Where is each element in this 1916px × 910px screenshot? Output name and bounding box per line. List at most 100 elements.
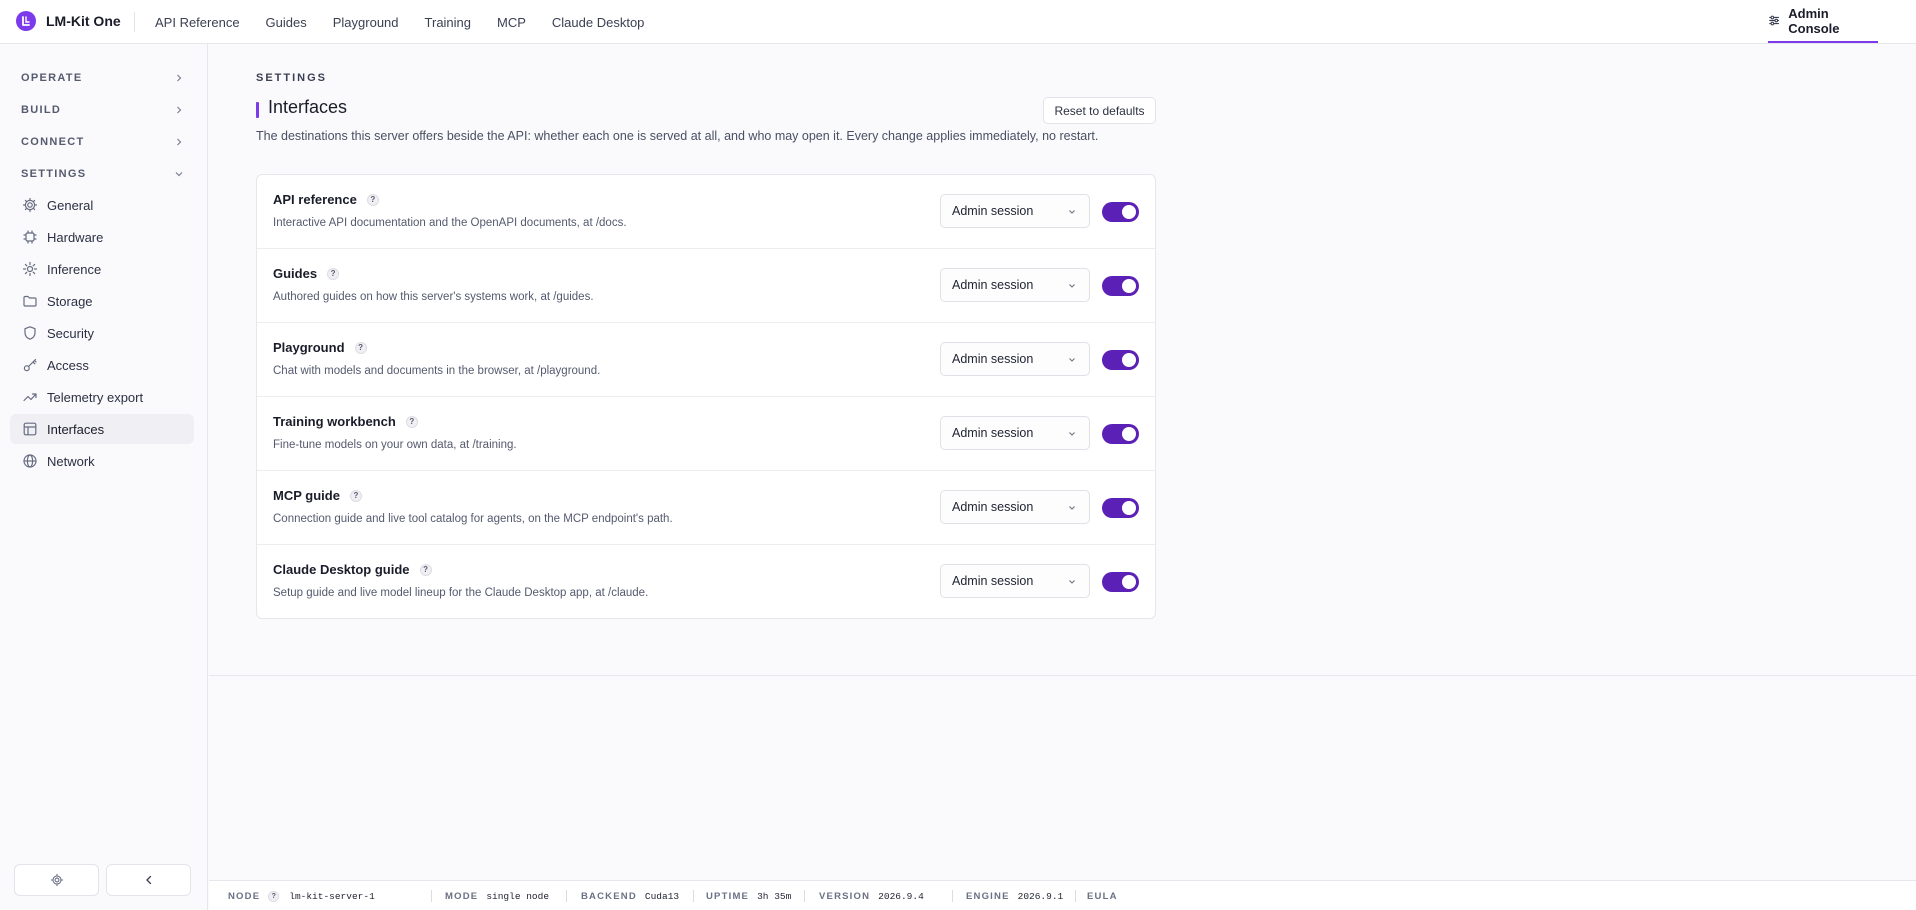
toggle-knob: [1122, 427, 1136, 441]
sidebar-item-label: Security: [47, 325, 94, 341]
chevron-right-icon: [177, 138, 182, 146]
interface-name-label: Playground: [273, 340, 345, 355]
sidebar-item-label: Inference: [47, 261, 102, 277]
collapse-sidebar-button[interactable]: [106, 864, 191, 896]
status-value: 2026.9.4: [878, 890, 924, 902]
status-key: BACKEND: [581, 890, 637, 902]
access-select-value: Admin session: [952, 352, 1034, 366]
globe-icon: [23, 454, 37, 468]
status-key: ENGINE: [966, 890, 1010, 902]
sidebar-section-connect[interactable]: CONNECT: [21, 132, 183, 152]
section-label: OPERATE: [21, 72, 83, 84]
interface-name: API reference ?: [273, 192, 379, 207]
sidebar-section-settings[interactable]: SETTINGS: [21, 164, 183, 184]
sidebar-item-label: Network: [47, 453, 95, 469]
sidebar-item-network[interactable]: Network: [10, 446, 194, 476]
interface-row-playground: Playground ? Chat with models and docume…: [257, 323, 1155, 397]
status-key: NODE: [228, 890, 261, 902]
access-select[interactable]: Admin session: [940, 268, 1090, 302]
nav-api-reference[interactable]: API Reference: [155, 15, 240, 30]
access-select[interactable]: Admin session: [940, 194, 1090, 228]
folder-icon: [23, 295, 37, 307]
eula-link[interactable]: EULA: [1087, 891, 1118, 902]
enable-toggle[interactable]: [1102, 350, 1139, 370]
settings-button[interactable]: [14, 864, 99, 896]
toggle-knob: [1122, 279, 1136, 293]
sidebar-section-operate[interactable]: OPERATE: [21, 68, 183, 88]
sidebar-item-label: Telemetry export: [47, 389, 144, 405]
interface-description: Setup guide and live model lineup for th…: [273, 587, 649, 599]
enable-toggle[interactable]: [1102, 498, 1139, 518]
nav-mcp[interactable]: MCP: [497, 15, 526, 30]
interface-name: Training workbench ?: [273, 414, 418, 429]
interface-name: Claude Desktop guide ?: [273, 562, 432, 577]
status-separator: [804, 890, 805, 902]
help-icon[interactable]: ?: [419, 563, 432, 576]
status-key: VERSION: [819, 890, 871, 902]
interface-description: Interactive API documentation and the Op…: [273, 217, 627, 229]
interfaces-card: API reference ? Interactive API document…: [256, 174, 1156, 619]
help-icon[interactable]: ?: [354, 341, 367, 354]
page-description: The destinations this server offers besi…: [256, 129, 1099, 143]
enable-toggle[interactable]: [1102, 202, 1139, 222]
enable-toggle[interactable]: [1102, 276, 1139, 296]
nav-training[interactable]: Training: [425, 15, 471, 30]
sidebar-item-label: Interfaces: [47, 421, 105, 437]
status-engine: ENGINE 2026.9.1: [952, 881, 1063, 910]
toggle-knob: [1122, 501, 1136, 515]
interface-name: MCP guide ?: [273, 488, 362, 503]
sun-icon: [22, 261, 38, 277]
reset-to-defaults-button[interactable]: Reset to defaults: [1043, 97, 1156, 124]
status-version: VERSION 2026.9.4: [819, 881, 924, 910]
sidebar-item-storage[interactable]: Storage: [10, 286, 194, 316]
help-icon[interactable]: ?: [349, 489, 362, 502]
enable-toggle[interactable]: [1102, 572, 1139, 592]
sidebar-item-inference[interactable]: Inference: [10, 254, 194, 284]
sidebar-item-access[interactable]: Access: [10, 350, 194, 380]
interface-row-guides: Guides ? Authored guides on how this ser…: [257, 249, 1155, 323]
interface-name-label: MCP guide: [273, 488, 340, 503]
app-name: LM-Kit One: [46, 13, 121, 29]
status-eula[interactable]: EULA: [1077, 881, 1126, 910]
chevron-right-icon: [177, 74, 182, 82]
help-icon[interactable]: ?: [327, 267, 340, 280]
sidebar-item-general[interactable]: General: [10, 190, 194, 220]
top-bar: LM-Kit One API Reference Guides Playgrou…: [0, 0, 1916, 44]
status-separator: [431, 890, 432, 902]
help-icon[interactable]: ?: [268, 890, 280, 902]
sidebar-item-label: Storage: [47, 293, 93, 309]
chip-icon: [23, 230, 37, 244]
sidebar-item-interfaces[interactable]: Interfaces: [10, 414, 194, 444]
status-node: NODE ? lm-kit-server-1: [228, 881, 375, 910]
sidebar-item-telemetry-export[interactable]: Telemetry export: [10, 382, 194, 412]
access-select[interactable]: Admin session: [940, 564, 1090, 598]
sidebar-item-hardware[interactable]: Hardware: [10, 222, 194, 252]
title-accent: [256, 102, 259, 118]
nav-guides[interactable]: Guides: [266, 15, 307, 30]
status-value: 3h 35m: [757, 890, 792, 902]
interface-description: Chat with models and documents in the br…: [273, 365, 601, 377]
trend-icon: [23, 393, 37, 402]
nav-playground[interactable]: Playground: [333, 15, 399, 30]
access-select[interactable]: Admin session: [940, 416, 1090, 450]
brand[interactable]: LM-Kit One: [16, 11, 121, 31]
interface-name-label: Training workbench: [273, 414, 396, 429]
breadcrumb: SETTINGS: [256, 72, 328, 84]
toggle-knob: [1122, 353, 1136, 367]
access-select[interactable]: Admin session: [940, 490, 1090, 524]
sidebar-section-build[interactable]: BUILD: [21, 100, 183, 120]
toggle-knob: [1122, 205, 1136, 219]
nav-claude-desktop[interactable]: Claude Desktop: [552, 15, 645, 30]
sidebar-item-security[interactable]: Security: [10, 318, 194, 348]
status-separator: [566, 890, 567, 902]
status-separator: [1075, 890, 1076, 902]
logo-icon: [16, 11, 36, 31]
access-select[interactable]: Admin session: [940, 342, 1090, 376]
sliders-icon: [1769, 15, 1780, 26]
chevron-down-icon: [1069, 210, 1075, 214]
help-icon[interactable]: ?: [366, 193, 379, 206]
help-icon[interactable]: ?: [405, 415, 418, 428]
admin-console-tab[interactable]: Admin Console: [1768, 0, 1878, 43]
enable-toggle[interactable]: [1102, 424, 1139, 444]
interface-row-training-workbench: Training workbench ? Fine-tune models on…: [257, 397, 1155, 471]
